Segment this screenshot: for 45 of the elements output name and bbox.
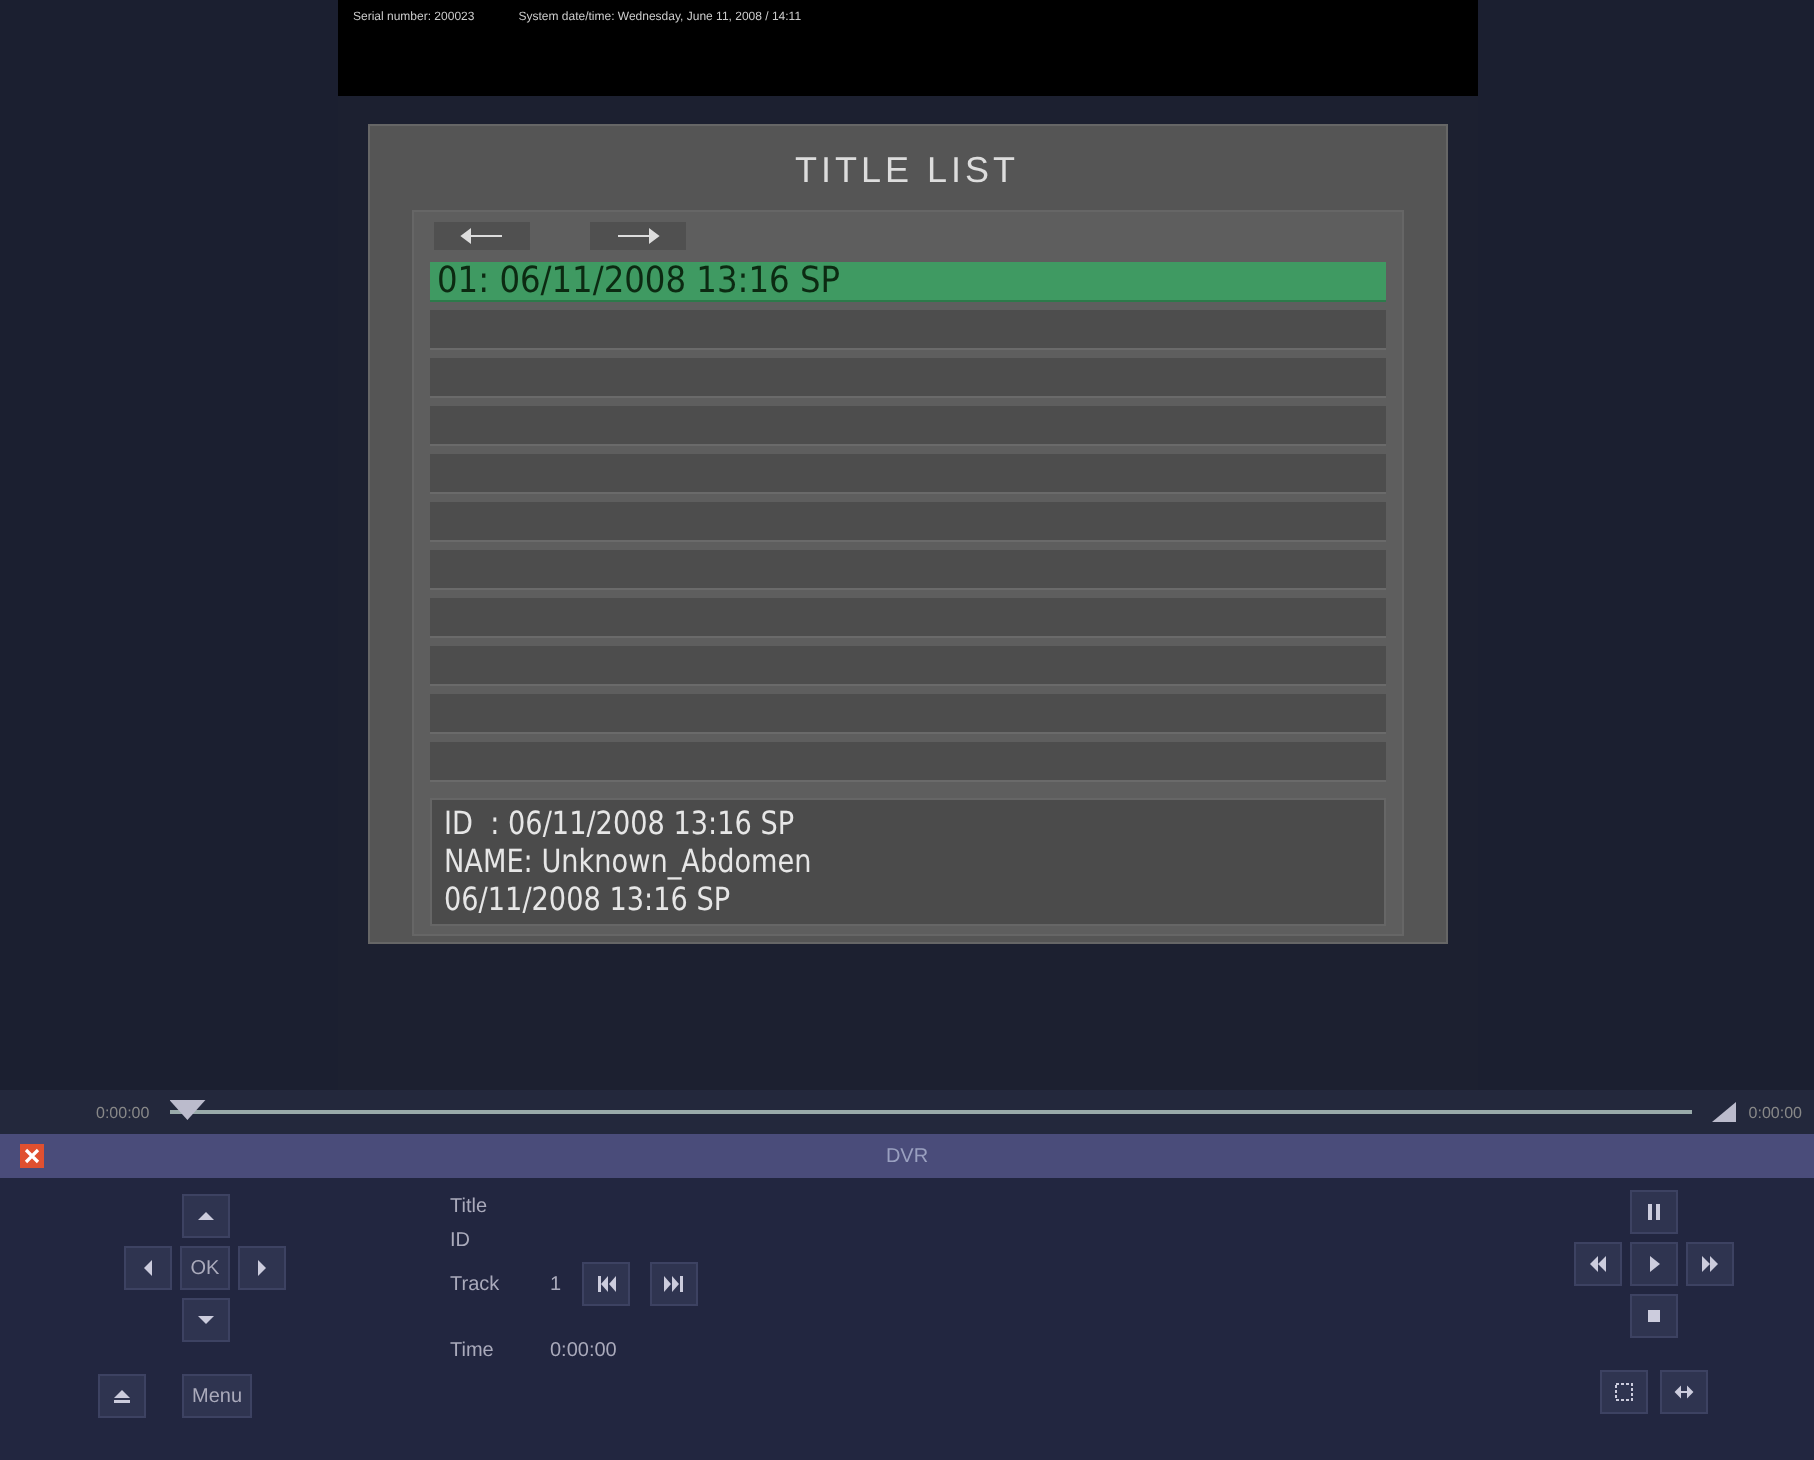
ok-button[interactable]: OK	[180, 1246, 230, 1290]
right-button[interactable]	[237, 1246, 286, 1290]
end-time: 0:00:00	[1748, 1103, 1802, 1121]
fast-forward-icon	[1700, 1254, 1720, 1274]
down-triangle-icon	[195, 1310, 215, 1330]
end-marker-icon	[1712, 1102, 1737, 1122]
field-label: Track	[450, 1273, 502, 1295]
field-value: 1	[550, 1273, 562, 1295]
rewind-button[interactable]	[1574, 1242, 1622, 1286]
field-label: Title	[450, 1196, 490, 1218]
pause-button[interactable]	[1630, 1190, 1678, 1234]
frame-icon	[1614, 1382, 1634, 1402]
play-icon	[1644, 1254, 1664, 1274]
skip-back-icon	[595, 1274, 616, 1294]
stop-button[interactable]	[1630, 1294, 1678, 1338]
play-button[interactable]	[1630, 1242, 1678, 1286]
double-arrow-icon	[1674, 1382, 1694, 1402]
field-label: Time	[450, 1339, 496, 1361]
info-line: 06/11/2008 13:16 SP	[443, 880, 732, 918]
skip-forward-icon	[663, 1274, 684, 1294]
up-triangle-icon	[195, 1206, 215, 1226]
pause-icon	[1644, 1202, 1664, 1222]
panel-title: DVR	[883, 1145, 931, 1167]
field-value: 0:00:00	[550, 1339, 617, 1361]
stretch-button[interactable]	[1660, 1370, 1708, 1414]
rewind-icon	[1588, 1254, 1608, 1274]
down-button[interactable]	[181, 1298, 229, 1342]
left-button[interactable]	[124, 1246, 173, 1290]
close-icon[interactable]	[20, 1144, 44, 1168]
eject-button[interactable]	[97, 1374, 146, 1418]
title-list-heading: TITLE LIST	[794, 150, 1020, 194]
eject-icon	[111, 1386, 132, 1406]
start-time: 0:00:00	[96, 1103, 150, 1121]
up-button[interactable]	[181, 1194, 229, 1238]
timeline-thumb[interactable]	[169, 1100, 206, 1120]
fast-forward-button[interactable]	[1686, 1242, 1734, 1286]
frame-button[interactable]	[1600, 1370, 1648, 1414]
info-line: ID : 06/11/2008 13:16 SP	[443, 804, 796, 842]
stop-icon	[1644, 1306, 1664, 1326]
title-row[interactable]: 01: 06/11/2008 13:16 SP	[429, 262, 1385, 302]
previous-track-button[interactable]	[581, 1262, 630, 1306]
info-line: NAME: Unknown_Abdomen	[443, 842, 813, 880]
menu-button[interactable]: Menu	[181, 1374, 252, 1418]
field-label: ID	[450, 1230, 472, 1252]
next-track-button[interactable]	[649, 1262, 698, 1306]
